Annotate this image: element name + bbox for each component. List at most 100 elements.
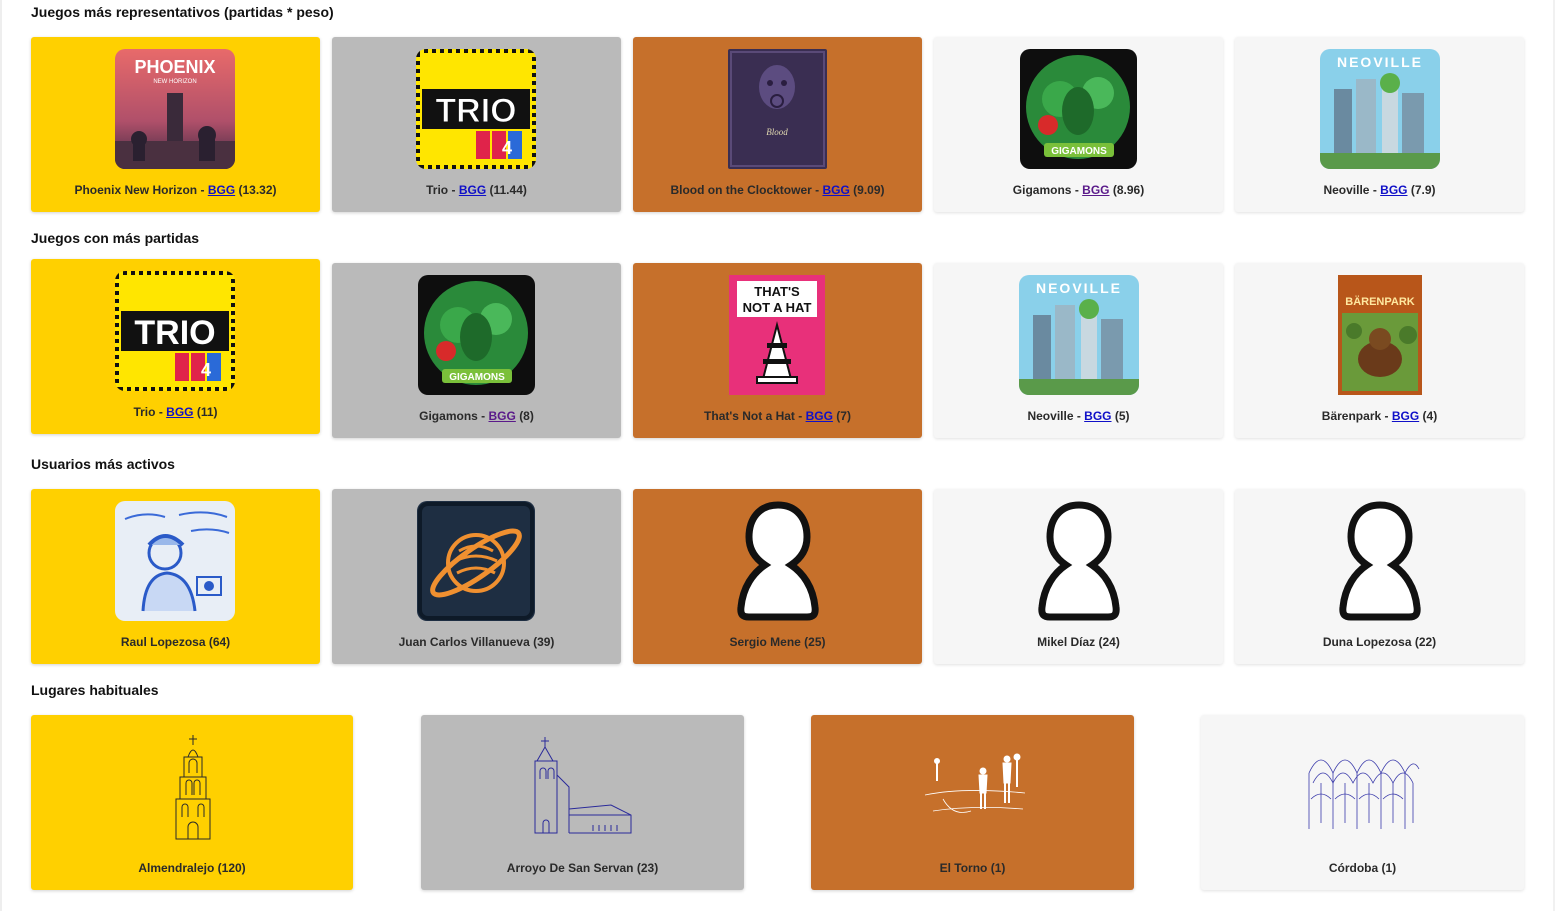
svg-text:4: 4 bbox=[502, 138, 512, 158]
game-card-trio[interactable]: TRIO 4 Trio - BGG (11) bbox=[31, 259, 320, 434]
user-placeholder-icon bbox=[1337, 499, 1423, 626]
game-card-phoenix[interactable]: PHOENIX NEW HORIZON Phoenix New Horizon … bbox=[31, 37, 320, 212]
game-name: Trio bbox=[133, 405, 156, 419]
game-cover-gigamons: GIGAMONS bbox=[1020, 49, 1137, 169]
game-name: Trio bbox=[426, 183, 449, 197]
place-card[interactable]: Almendralejo (120) bbox=[31, 715, 353, 890]
bgg-link[interactable]: BGG bbox=[459, 183, 486, 197]
game-card-neoville[interactable]: NEOVILLE Neoville - BGG (5) bbox=[934, 263, 1223, 438]
user-avatar bbox=[115, 501, 235, 621]
bgg-link[interactable]: BGG bbox=[1392, 409, 1419, 423]
game-score: (9.09) bbox=[853, 183, 885, 197]
user-placeholder-icon bbox=[735, 499, 821, 626]
game-name: Bärenpark bbox=[1321, 409, 1382, 423]
game-card-blood-on-the-clocktower[interactable]: Blood Blood on the Clocktower - BGG (9.0… bbox=[633, 37, 922, 212]
place-card[interactable]: Córdoba (1) bbox=[1201, 715, 1524, 890]
section-title-representative: Juegos más representativos (partidas * p… bbox=[31, 4, 334, 20]
game-caption: Neoville - BGG (7.9) bbox=[1323, 183, 1436, 197]
page: Juegos más representativos (partidas * p… bbox=[0, 0, 1556, 911]
bgg-link[interactable]: BGG bbox=[1082, 183, 1109, 197]
user-card[interactable]: Juan Carlos Villanueva (39) bbox=[332, 489, 621, 664]
game-score: (8.96) bbox=[1112, 183, 1145, 197]
game-cover-trio: TRIO 4 bbox=[115, 271, 235, 391]
neoville-title-text: NEOVILLE bbox=[1337, 54, 1423, 70]
game-cover-neoville: NEOVILLE bbox=[1019, 275, 1139, 395]
trio-title-text: TRIO bbox=[435, 92, 516, 130]
bgg-link[interactable]: BGG bbox=[822, 183, 849, 197]
game-name: Phoenix New Horizon bbox=[74, 183, 198, 197]
game-caption: Trio - BGG (11.44) bbox=[426, 183, 527, 197]
place-card[interactable]: El Torno (1) bbox=[811, 715, 1134, 890]
left-divider bbox=[0, 0, 2, 911]
place-name: El Torno (1) bbox=[939, 861, 1006, 875]
game-card-thats-not-a-hat[interactable]: THAT'S NOT A HAT That's Not a Hat - BGG … bbox=[633, 263, 922, 438]
game-cover-trio: TRIO 4 bbox=[416, 49, 536, 169]
game-score: (11.44) bbox=[489, 183, 527, 197]
user-name: Raul Lopezosa (64) bbox=[120, 635, 231, 649]
section-title-most-played: Juegos con más partidas bbox=[31, 230, 200, 246]
game-cover-neoville: NEOVILLE bbox=[1320, 49, 1440, 169]
place-sketch-figures bbox=[923, 747, 1027, 832]
user-card[interactable]: Mikel Díaz (24) bbox=[934, 489, 1223, 664]
place-sketch-mezquita bbox=[1305, 743, 1421, 838]
gigamons-title-text: GIGAMONS bbox=[449, 372, 505, 383]
game-count: (5) bbox=[1114, 409, 1130, 423]
bgg-link[interactable]: BGG bbox=[1084, 409, 1111, 423]
right-divider bbox=[1553, 0, 1555, 911]
section-title-users: Usuarios más activos bbox=[31, 456, 175, 472]
game-name: Neoville bbox=[1323, 183, 1370, 197]
user-card[interactable]: Raul Lopezosa (64) bbox=[31, 489, 320, 664]
game-caption: Trio - BGG (11) bbox=[133, 405, 218, 419]
barenpark-title-text: BÄRENPARK bbox=[1345, 295, 1415, 308]
svg-text:4: 4 bbox=[201, 360, 211, 380]
game-caption: Phoenix New Horizon - BGG (13.32) bbox=[74, 183, 277, 197]
place-sketch-tower bbox=[168, 733, 218, 846]
user-card[interactable]: Sergio Mene (25) bbox=[633, 489, 922, 664]
bgg-link[interactable]: BGG bbox=[166, 405, 193, 419]
game-count: (11) bbox=[196, 405, 218, 419]
user-name: Duna Lopezosa (22) bbox=[1322, 635, 1437, 649]
place-name: Córdoba (1) bbox=[1328, 861, 1397, 875]
bgg-link[interactable]: BGG bbox=[806, 409, 833, 423]
game-name: Gigamons bbox=[1012, 183, 1072, 197]
place-name: Arroyo De San Servan (23) bbox=[506, 861, 659, 875]
phoenix-title-text: PHOENIX bbox=[134, 57, 215, 77]
user-card[interactable]: Duna Lopezosa (22) bbox=[1235, 489, 1524, 664]
game-card-gigamons[interactable]: GIGAMONS Gigamons - BGG (8) bbox=[332, 263, 621, 438]
game-count: (4) bbox=[1422, 409, 1438, 423]
game-name: Blood on the Clocktower bbox=[670, 183, 812, 197]
game-name: Neoville bbox=[1027, 409, 1074, 423]
bgg-link[interactable]: BGG bbox=[489, 409, 516, 423]
game-caption: That's Not a Hat - BGG (7) bbox=[704, 409, 851, 423]
gigamons-title-text: GIGAMONS bbox=[1051, 146, 1107, 157]
place-sketch-church bbox=[531, 735, 635, 844]
game-name: That's Not a Hat bbox=[704, 409, 795, 423]
game-cover-gigamons: GIGAMONS bbox=[418, 275, 535, 395]
game-name: Gigamons bbox=[419, 409, 478, 423]
game-caption: Gigamons - BGG (8.96) bbox=[1012, 183, 1145, 197]
game-caption: Blood on the Clocktower - BGG (9.09) bbox=[670, 183, 885, 197]
game-card-gigamons[interactable]: GIGAMONS Gigamons - BGG (8.96) bbox=[934, 37, 1223, 212]
user-placeholder-icon bbox=[1036, 499, 1122, 626]
game-card-neoville[interactable]: NEOVILLE Neoville - BGG (7.9) bbox=[1235, 37, 1524, 212]
game-score: (13.32) bbox=[238, 183, 277, 197]
bgg-link[interactable]: BGG bbox=[1380, 183, 1407, 197]
bgg-link[interactable]: BGG bbox=[208, 183, 235, 197]
place-name: Almendralejo (120) bbox=[138, 861, 246, 875]
trio-title-text: TRIO bbox=[134, 314, 215, 352]
game-card-trio[interactable]: TRIO 4 Trio - BGG (11.44) bbox=[332, 37, 621, 212]
game-caption: Bärenpark - BGG (4) bbox=[1321, 409, 1438, 423]
phoenix-subtitle-text: NEW HORIZON bbox=[153, 79, 196, 85]
game-caption: Gigamons - BGG (8) bbox=[419, 409, 534, 423]
hat-title-line1: THAT'S bbox=[754, 284, 800, 299]
user-name: Mikel Díaz (24) bbox=[1037, 635, 1120, 649]
svg-text:Blood: Blood bbox=[766, 127, 788, 137]
game-cover-blood-on-the-clocktower: Blood bbox=[728, 49, 827, 169]
game-card-barenpark[interactable]: BÄRENPARK Bärenpark - BGG (4) bbox=[1235, 263, 1524, 438]
game-caption: Neoville - BGG (5) bbox=[1027, 409, 1130, 423]
game-cover-thats-not-a-hat: THAT'S NOT A HAT bbox=[729, 275, 825, 395]
place-card[interactable]: Arroyo De San Servan (23) bbox=[421, 715, 744, 890]
neoville-title-text: NEOVILLE bbox=[1036, 280, 1122, 296]
game-count: (7) bbox=[836, 409, 851, 423]
user-avatar bbox=[417, 501, 535, 621]
